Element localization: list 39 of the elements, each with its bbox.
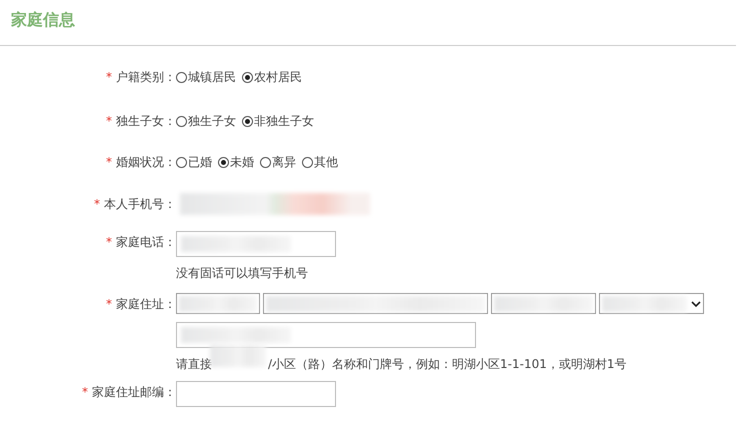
input-field[interactable] (176, 322, 476, 348)
chevron-down-icon (691, 300, 701, 308)
input-field[interactable] (176, 381, 336, 407)
required-mark: * (106, 297, 112, 311)
required-mark: * (106, 155, 112, 169)
field-label: 独生子女： (116, 112, 176, 130)
required-mark: * (106, 114, 112, 128)
required-mark: * (106, 235, 112, 249)
field-label: 本人手机号： (104, 196, 176, 212)
radio-button[interactable] (242, 72, 253, 82)
radio-option[interactable]: 离异 (260, 154, 296, 170)
radio-option[interactable]: 非独生子女 (242, 112, 314, 130)
radio-button[interactable] (242, 116, 253, 126)
radio-option[interactable]: 已婚 (176, 154, 212, 170)
select-field[interactable] (599, 293, 704, 314)
field-label: 家庭电话： (116, 234, 176, 250)
hint-text: 请直接 (176, 356, 212, 373)
radio-option[interactable]: 农村居民 (242, 68, 302, 86)
section-title: 家庭信息 (11, 10, 75, 31)
field-label: 户籍类别： (116, 68, 176, 86)
radio-button[interactable] (176, 72, 187, 82)
required-mark: * (82, 385, 88, 399)
radio-option[interactable]: 独生子女 (176, 112, 236, 130)
input-field[interactable] (176, 231, 336, 257)
radio-button[interactable] (176, 116, 187, 126)
field-label: 家庭住址： (116, 296, 176, 312)
radio-button[interactable] (302, 156, 313, 168)
radio-button[interactable] (260, 156, 271, 168)
field-label: 婚姻状况： (116, 154, 176, 170)
radio-option[interactable]: 其他 (302, 154, 338, 170)
radio-button[interactable] (218, 156, 229, 168)
required-mark: * (94, 197, 100, 211)
required-mark: * (106, 70, 112, 84)
radio-option[interactable]: 未婚 (218, 154, 254, 170)
field-label: 家庭住址邮编： (92, 384, 176, 400)
radio-option[interactable]: 城镇居民 (176, 68, 236, 86)
hint-text: 没有固话可以填写手机号 (176, 265, 309, 282)
radio-button[interactable] (176, 156, 187, 168)
hint-text: /小区（路）名称和门牌号，例如：明湖小区1-1-101，或明湖村1号 (268, 356, 627, 373)
